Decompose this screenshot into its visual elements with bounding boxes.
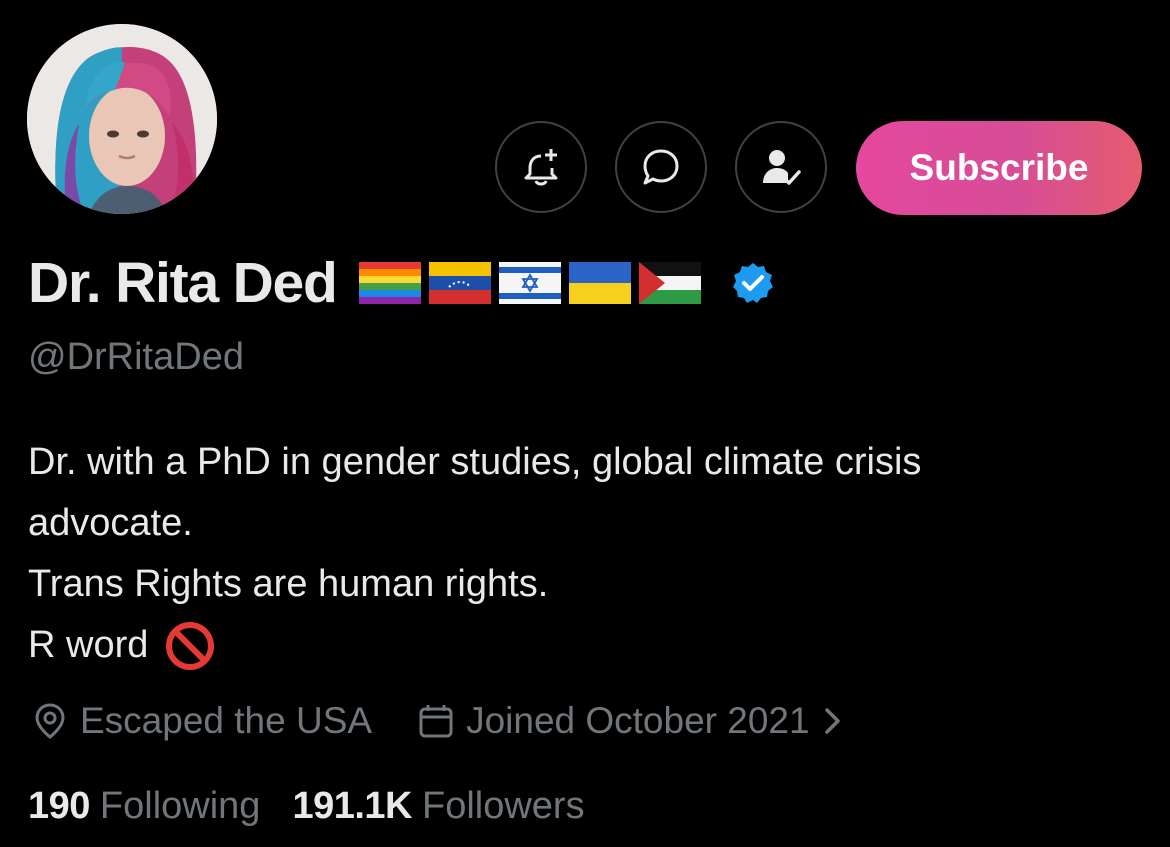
subscribe-label: Subscribe [909, 147, 1089, 188]
palestine-flag-icon [638, 262, 701, 304]
following-count-link[interactable]: 190 Following [28, 785, 260, 828]
chevron-right-icon [824, 708, 840, 734]
profile-bio: Dr. with a PhD in gender studies, global… [28, 432, 921, 676]
following-label: Following [99, 785, 261, 827]
avatar-image [27, 24, 217, 214]
profile-stats: 190 Following 191.1K Followers [28, 785, 585, 828]
following-person-check-icon [763, 150, 801, 185]
message-bubble-icon [643, 149, 679, 185]
prohibited-icon [166, 621, 215, 670]
notification-bell-button[interactable] [495, 121, 587, 213]
flag-emoji-group [358, 262, 709, 304]
message-button[interactable] [615, 121, 707, 213]
followers-count: 191.1K [292, 785, 412, 827]
joined-text: Joined October 2021 [466, 700, 810, 741]
profile-handle: @DrRitaDed [28, 336, 244, 378]
followers-count-link[interactable]: 191.1K Followers [292, 785, 584, 828]
subscribe-button[interactable]: Subscribe [856, 121, 1142, 215]
calendar-icon [419, 705, 453, 738]
israel-flag-icon [498, 262, 561, 304]
rainbow-flag-icon [358, 262, 421, 304]
joined-date-link[interactable]: Joined October 2021 [416, 700, 852, 742]
bio-line: advocate. [28, 502, 193, 544]
following-button[interactable] [735, 121, 827, 213]
bio-line: Dr. with a PhD in gender studies, global… [28, 441, 922, 483]
ukraine-flag-icon [568, 262, 631, 304]
profile-meta: Escaped the USA Joined October 2021 [30, 700, 852, 742]
notification-bell-plus-icon [524, 149, 558, 186]
bio-line: R word [28, 615, 921, 676]
location-text: Escaped the USA [80, 700, 373, 741]
following-count: 190 [28, 785, 90, 827]
location-pin-icon [35, 703, 65, 739]
bio-line-text: R word [28, 624, 149, 666]
avatar[interactable] [27, 24, 217, 214]
followers-label: Followers [421, 785, 585, 827]
location: Escaped the USA [30, 700, 372, 742]
verified-badge-icon[interactable] [731, 261, 775, 305]
bio-line: Trans Rights are human rights. [28, 563, 549, 605]
venezuela-flag-icon [428, 262, 491, 304]
profile-name: Dr. Rita Ded [28, 251, 338, 315]
profile-name-row: Dr. Rita Ded [28, 250, 775, 316]
